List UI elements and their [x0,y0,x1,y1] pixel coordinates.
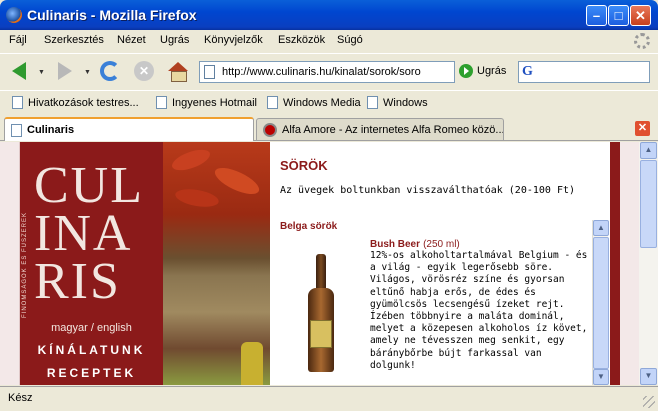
nav-receptek[interactable]: RECEPTEK [20,366,163,380]
menu-bookmarks[interactable]: Könyvjelzők [204,34,263,46]
back-button[interactable] [6,58,32,84]
stop-icon: ✕ [134,61,154,81]
page-scroll-up-icon[interactable]: ▲ [640,142,657,159]
bookmark-label: Windows [383,96,428,109]
menu-go[interactable]: Ugrás [160,34,189,46]
close-tab-button[interactable]: ✕ [635,121,650,136]
tab-page-icon [11,123,22,137]
reload-button[interactable] [97,58,123,84]
go-icon [459,64,473,78]
product-volume: (250 ml) [423,239,460,250]
window-title: Culinaris - Mozilla Firefox [27,7,197,23]
scroll-down-icon[interactable]: ▼ [593,369,609,385]
page-icon [204,65,215,79]
deposit-note: Az üvegek boltunkban visszaválthatóak (2… [280,185,576,196]
tab-bar: Culinaris Alfa Amore - Az internetes Alf… [0,115,658,141]
firefox-icon [6,7,22,23]
search-bar[interactable]: G [518,61,650,83]
culinaris-logo-panel: CUL INA RIS FINOMSÁGOK ÉS FŰSZEREK magya… [20,142,163,385]
menu-edit[interactable]: Szerkesztés [44,34,104,46]
scroll-thumb[interactable] [593,237,609,369]
menu-file[interactable]: Fájl [9,34,27,46]
logo-line: CUL [34,157,144,214]
bookmark-item[interactable]: Windows Media [267,96,361,109]
go-button[interactable]: Ugrás [459,64,506,78]
home-icon [168,62,188,82]
bookmark-page-icon [12,96,23,109]
menu-tools[interactable]: Eszközök [278,34,325,46]
back-dropdown-icon[interactable]: ▼ [38,69,45,76]
status-text: Kész [8,392,33,404]
product-name: Bush Beer [370,239,421,250]
page-content: CUL INA RIS FINOMSÁGOK ÉS FŰSZEREK magya… [0,142,639,385]
menu-bar: Fájl Szerkesztés Nézet Ugrás Könyvjelzők… [0,30,658,52]
bookmark-item[interactable]: Ingyenes Hotmail [156,96,257,109]
bookmark-item[interactable]: Hivatkozások testres... [12,96,139,109]
bookmark-label: Windows Media [283,96,361,109]
maximize-button[interactable]: □ [608,5,629,26]
menu-help[interactable]: Súgó [337,34,363,46]
page-heading: SÖRÖK [280,158,328,173]
tab-alfa-amore[interactable]: Alfa Amore - Az internetes Alfa Romeo kö… [256,118,504,140]
description-scrollbar[interactable]: ▲ ▼ [592,220,609,385]
address-bar[interactable] [199,61,455,83]
alfa-romeo-icon [263,122,277,137]
reload-icon [100,61,120,81]
go-label: Ugrás [477,65,507,77]
logo-tagline: FINOMSÁGOK ÉS FŰSZEREK [22,212,28,319]
navigation-toolbar: ▼ ▼ ✕ Ugrás G [0,53,658,89]
main-column: SÖRÖK Az üvegek boltunkban visszaválthat… [270,142,610,385]
throbber-icon [634,33,650,49]
forward-button[interactable] [52,58,78,84]
bush-beer-bottle-image [308,254,334,372]
product-description: 12%-os alkoholtartalmával Belgium - és a… [370,250,588,371]
bookmark-item[interactable]: Windows [367,96,428,109]
stop-button[interactable]: ✕ [131,58,157,84]
bookmark-page-icon [367,96,378,109]
bookmark-label: Hivatkozások testres... [28,96,139,109]
bookmark-page-icon [267,96,278,109]
forward-dropdown-icon[interactable]: ▼ [84,69,91,76]
page-border-left [0,142,20,385]
logo-line: RIS [34,253,121,310]
tab-culinaris[interactable]: Culinaris [4,117,254,141]
back-arrow-icon [12,62,26,80]
tab-label: Alfa Amore - Az internetes Alfa Romeo kö… [282,123,504,136]
minimize-button[interactable]: – [586,5,607,26]
logo-line: INA [34,205,133,262]
url-input[interactable] [222,64,452,80]
page-scroll-thumb[interactable] [640,160,657,248]
resize-grip-icon[interactable] [643,396,655,408]
tab-label: Culinaris [27,124,75,136]
home-button[interactable] [165,58,191,84]
nav-kinalatunk[interactable]: KÍNÁLATUNK [20,343,163,357]
close-button[interactable]: ✕ [630,5,651,26]
menu-view[interactable]: Nézet [117,34,146,46]
bookmark-page-icon [156,96,167,109]
page-border-right [610,142,639,385]
search-input[interactable] [541,64,647,80]
forward-arrow-icon [58,62,72,80]
title-bar: Culinaris - Mozilla Firefox – □ ✕ [0,0,658,30]
google-icon[interactable]: G [522,64,533,80]
spices-photo [163,142,270,385]
bookmarks-toolbar: Hivatkozások testres... Ingyenes Hotmail… [0,90,658,114]
page-scroll-down-icon[interactable]: ▼ [640,368,657,385]
status-bar: Kész [0,386,658,411]
section-title: Belga sörök [280,221,338,232]
product-description-pane[interactable]: Bush Beer (250 ml) 12%-os alkoholtartalm… [370,238,610,385]
scroll-up-icon[interactable]: ▲ [593,220,609,236]
page-scrollbar[interactable]: ▲ ▼ [639,142,658,385]
language-switch[interactable]: magyar / english [20,322,163,334]
culinaris-logo[interactable]: CUL INA RIS [34,157,144,310]
bookmark-label: Ingyenes Hotmail [172,96,257,109]
